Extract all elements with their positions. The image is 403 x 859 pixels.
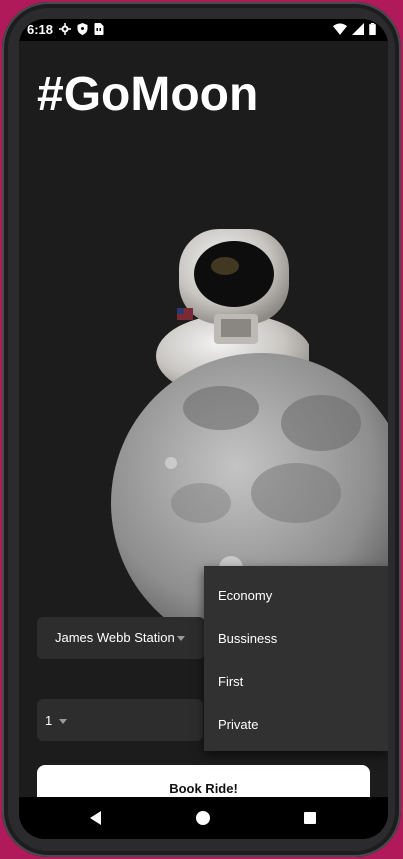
travellers-selected: 1	[45, 713, 53, 728]
destination-dropdown[interactable]: James Webb Station	[37, 617, 205, 659]
phone-frame: 6:18 #GoMoon James Webb Station 1 Book R…	[2, 2, 401, 857]
status-time: 6:18	[27, 22, 54, 37]
shield-icon	[77, 23, 88, 35]
page-title: #GoMoon	[37, 68, 259, 121]
sim-card-icon	[94, 23, 104, 35]
chevron-down-icon	[177, 636, 185, 641]
battery-icon	[369, 23, 376, 35]
destination-selected: James Webb Station	[55, 630, 175, 645]
menu-item-business[interactable]: Bussiness	[218, 631, 277, 646]
screen: 6:18 #GoMoon James Webb Station 1 Book R…	[19, 19, 388, 839]
home-icon[interactable]	[196, 811, 210, 825]
menu-item-private[interactable]: Private	[218, 717, 258, 732]
class-dropdown-menu: Economy Bussiness First Private	[204, 566, 388, 751]
back-icon[interactable]	[89, 811, 103, 825]
status-bar: 6:18	[19, 19, 388, 41]
chevron-down-icon	[59, 719, 67, 724]
menu-item-economy[interactable]: Economy	[218, 588, 272, 603]
settings-icon	[59, 23, 71, 35]
wifi-icon	[333, 23, 347, 35]
app-content: #GoMoon James Webb Station 1 Book Ride! …	[19, 41, 388, 811]
recents-icon[interactable]	[304, 812, 316, 824]
menu-item-first[interactable]: First	[218, 674, 243, 689]
travellers-dropdown[interactable]: 1	[37, 699, 203, 741]
navigation-bar	[19, 797, 388, 839]
signal-icon	[352, 23, 364, 35]
